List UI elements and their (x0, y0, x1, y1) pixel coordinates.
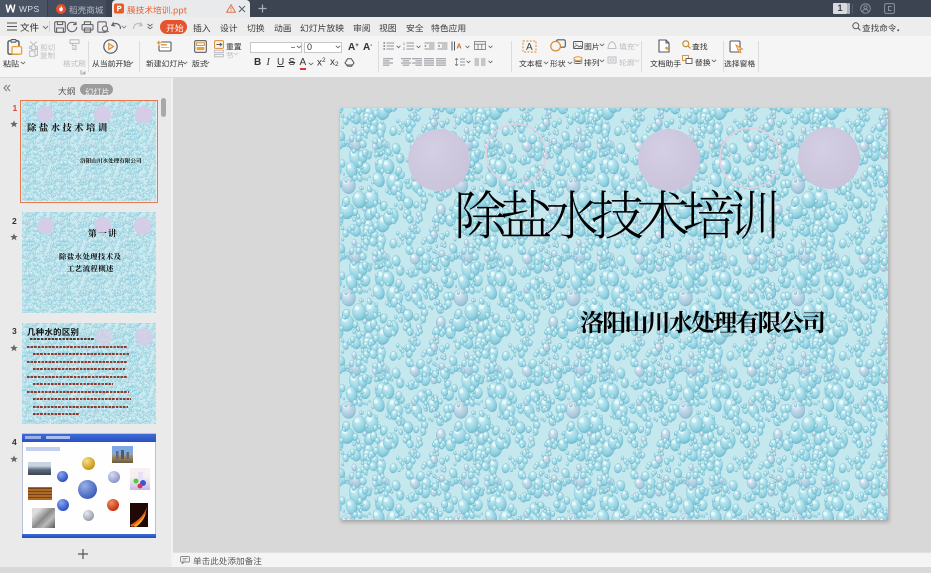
svg-text:A: A (457, 43, 462, 50)
svg-text:A: A (526, 42, 533, 53)
svg-text:1: 1 (403, 42, 405, 46)
svg-text:2: 2 (403, 47, 405, 50)
